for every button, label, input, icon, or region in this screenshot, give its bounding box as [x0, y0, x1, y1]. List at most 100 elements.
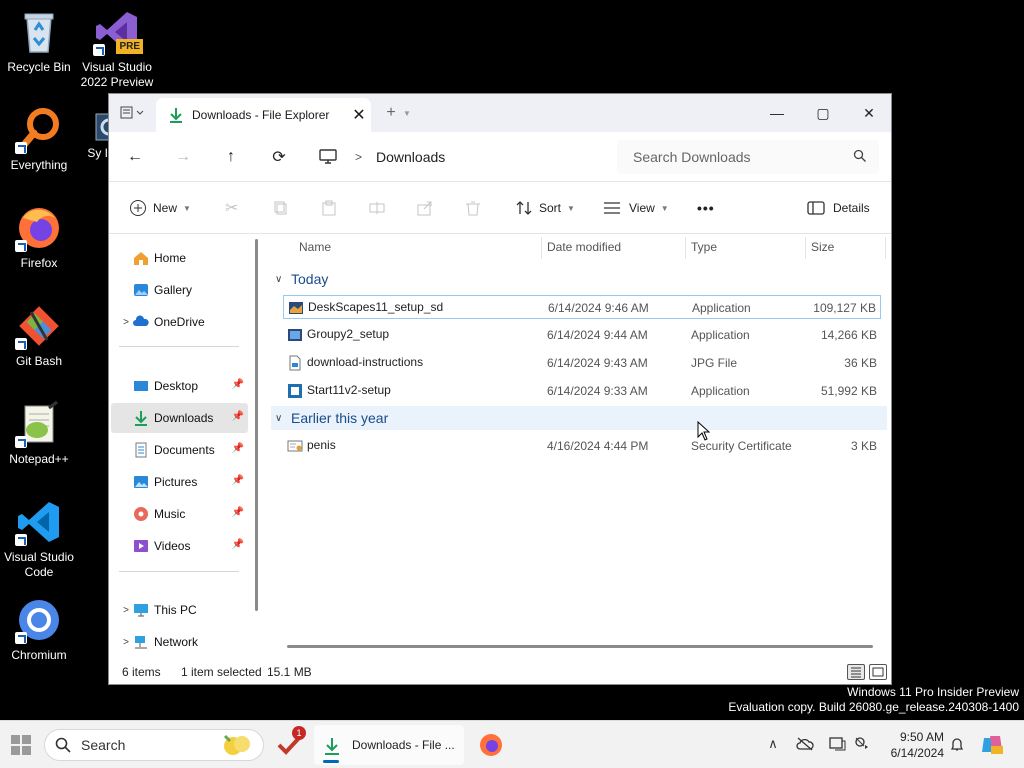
- chevron-up-icon[interactable]: ∧: [764, 735, 782, 753]
- network-sound-icon[interactable]: [854, 735, 872, 753]
- column-divider[interactable]: [541, 237, 542, 259]
- column-header-type[interactable]: Type: [691, 240, 717, 258]
- file-row[interactable]: Start11v2-setup 6/14/2024 9:33 AM Applic…: [283, 379, 881, 403]
- chevron-right-icon[interactable]: >: [119, 637, 133, 648]
- sidebar-scrollbar[interactable]: [255, 239, 258, 611]
- column-header-name[interactable]: Name: [299, 240, 331, 258]
- group-header-today[interactable]: ∨ Today: [271, 267, 887, 291]
- rename-button[interactable]: [369, 196, 385, 220]
- desktop-icon-chromium[interactable]: Chromium: [0, 596, 78, 663]
- taskbar-app-file-explorer[interactable]: Downloads - File ...: [314, 725, 464, 765]
- taskbar-clock[interactable]: 9:50 AM 6/14/2024: [880, 729, 944, 761]
- view-button[interactable]: View ▼: [603, 196, 669, 220]
- file-name: penis: [307, 438, 336, 452]
- column-header-size[interactable]: Size: [811, 240, 834, 258]
- desktop-icon-visual-studio[interactable]: PRE Visual Studio 2022 Preview: [78, 8, 156, 90]
- column-divider[interactable]: [885, 237, 886, 259]
- group-header-earlier-this-year[interactable]: ∨ Earlier this year: [271, 406, 887, 430]
- file-row[interactable]: download-instructions 6/14/2024 9:43 AM …: [283, 351, 881, 375]
- cut-button[interactable]: ✂: [225, 196, 238, 220]
- refresh-button[interactable]: ⟳: [265, 144, 293, 170]
- file-row[interactable]: Groupy2_setup 6/14/2024 9:44 AM Applicat…: [283, 323, 881, 347]
- pin-icon[interactable]: 📌: [232, 539, 244, 550]
- breadcrumb[interactable]: > Downloads: [319, 143, 445, 171]
- delete-button[interactable]: [465, 196, 481, 220]
- up-button[interactable]: ↑: [217, 144, 245, 170]
- search-box[interactable]: Search Downloads: [617, 140, 879, 174]
- sidebar-item-documents[interactable]: Documents 📌: [111, 435, 248, 465]
- sidebar-item-music[interactable]: Music 📌: [111, 499, 248, 529]
- pin-icon[interactable]: 📌: [232, 507, 244, 518]
- minimize-button[interactable]: —: [755, 98, 799, 128]
- tab-close-button[interactable]: ✕: [347, 105, 371, 125]
- chevron-right-icon[interactable]: >: [119, 605, 133, 616]
- file-row[interactable]: DeskScapes11_setup_sd 6/14/2024 9:46 AM …: [283, 295, 881, 319]
- desktop-icon-recycle-bin[interactable]: Recycle Bin: [0, 8, 78, 75]
- sidebar-item-label: Pictures: [154, 475, 198, 489]
- desktop-icon-notepad-plus-plus[interactable]: Notepad++: [0, 400, 78, 467]
- desktop-icon-vscode[interactable]: Visual Studio Code: [0, 498, 78, 580]
- sidebar-item-videos[interactable]: Videos 📌: [111, 531, 248, 561]
- copilot-icon: [982, 736, 1003, 754]
- pin-icon[interactable]: 📌: [232, 379, 244, 390]
- lemon-highlight-icon: [223, 734, 250, 755]
- shortcut-arrow-icon: [15, 338, 27, 350]
- back-button[interactable]: ←: [121, 144, 149, 170]
- search-placeholder: Search Downloads: [633, 149, 751, 165]
- share-button[interactable]: [417, 196, 433, 220]
- taskbar: Search 1 Downloads - File ... ∧ 9:50 AM …: [0, 720, 1024, 768]
- horizontal-scrollbar[interactable]: [287, 645, 873, 648]
- tiles-view-button[interactable]: [869, 664, 887, 680]
- desktop-icon-firefox[interactable]: Firefox: [0, 204, 78, 271]
- forward-button[interactable]: →: [169, 144, 197, 170]
- sidebar-item-gallery[interactable]: Gallery: [111, 275, 248, 305]
- paste-button[interactable]: [321, 196, 337, 220]
- sidebar-item-pictures[interactable]: Pictures 📌: [111, 467, 248, 497]
- chevron-right-icon[interactable]: >: [119, 317, 133, 328]
- sidebar-item-network[interactable]: > Network: [111, 627, 248, 657]
- active-indicator: [323, 760, 339, 763]
- pin-icon[interactable]: 📌: [232, 411, 244, 422]
- installer-icon: [288, 384, 302, 398]
- file-name: Start11v2-setup: [307, 383, 391, 397]
- details-pane-button[interactable]: Details: [807, 196, 870, 220]
- window-menu-button[interactable]: [111, 98, 155, 128]
- column-divider[interactable]: [805, 237, 806, 259]
- desktop-icon-label: Notepad++: [9, 452, 69, 466]
- taskbar-search-box[interactable]: Search: [44, 729, 264, 761]
- pin-icon[interactable]: 📌: [232, 475, 244, 486]
- details-view-button[interactable]: [847, 664, 865, 680]
- shortcut-arrow-icon: [15, 534, 27, 546]
- sidebar-item-onedrive[interactable]: > OneDrive: [111, 307, 248, 337]
- start-button[interactable]: [8, 732, 34, 758]
- desktop-icon-everything[interactable]: Everything: [0, 106, 78, 173]
- sidebar-item-home[interactable]: Home: [111, 243, 248, 273]
- maximize-button[interactable]: ▢: [801, 98, 845, 128]
- tab-list-chevron-icon[interactable]: ▼: [399, 98, 415, 128]
- pin-icon[interactable]: 📌: [232, 443, 244, 454]
- desktop-icon-git-bash[interactable]: Git Bash: [0, 302, 78, 369]
- display-icon[interactable]: [828, 735, 846, 753]
- clipboard-icon: [322, 200, 336, 216]
- sidebar-item-desktop[interactable]: Desktop 📌: [111, 371, 248, 401]
- taskbar-app-todo[interactable]: 1: [276, 726, 306, 758]
- copy-button[interactable]: [273, 196, 289, 220]
- watermark-line-1: Windows 11 Pro Insider Preview: [847, 685, 1019, 699]
- column-header-date[interactable]: Date modified: [547, 240, 621, 258]
- more-options-button[interactable]: •••: [697, 196, 715, 220]
- tab-downloads[interactable]: Downloads - File Explorer ✕: [156, 98, 371, 132]
- copilot-pre-button[interactable]: [980, 732, 1004, 756]
- taskbar-app-firefox[interactable]: [478, 732, 504, 758]
- sidebar-item-downloads[interactable]: Downloads 📌: [111, 403, 248, 433]
- close-button[interactable]: ✕: [847, 98, 891, 128]
- cloud-offline-icon[interactable]: [796, 735, 814, 753]
- sidebar-item-this-pc[interactable]: > This PC: [111, 595, 248, 625]
- column-divider[interactable]: [685, 237, 686, 259]
- file-size: 109,127 KB: [813, 301, 876, 315]
- sort-button[interactable]: Sort ▼: [515, 196, 575, 220]
- file-row[interactable]: penis 4/16/2024 4:44 PM Security Certifi…: [283, 434, 881, 458]
- sidebar-item-label: Home: [154, 251, 187, 265]
- breadcrumb-current[interactable]: Downloads: [376, 149, 445, 165]
- new-button[interactable]: New ▼: [129, 196, 191, 220]
- notification-bell-icon[interactable]: [948, 735, 966, 753]
